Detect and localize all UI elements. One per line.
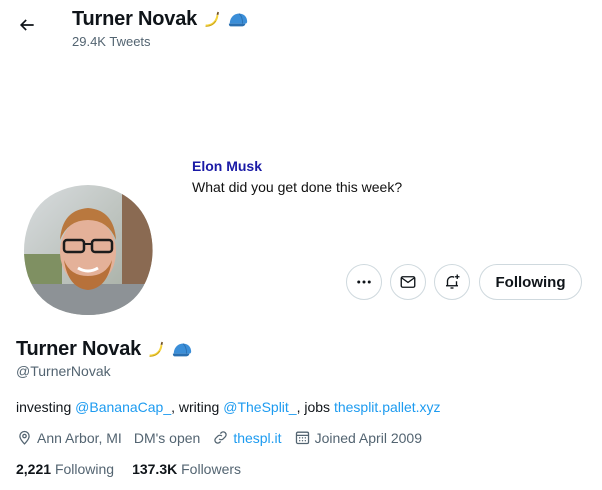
website-link[interactable]: thespl.it bbox=[233, 430, 281, 446]
calendar-icon bbox=[295, 431, 309, 445]
following-count: 2,221 bbox=[16, 461, 52, 477]
header-name-text: Turner Novak bbox=[72, 8, 198, 30]
profile-stats: 2,221 Following 137.3K Followers bbox=[16, 461, 259, 477]
joined-text: Joined April 2009 bbox=[314, 429, 422, 446]
bio-text-3: , jobs bbox=[296, 399, 334, 415]
location-text: Ann Arbor, MI bbox=[37, 429, 122, 446]
profile-name: Turner Novak bbox=[16, 338, 193, 361]
followers-label: Followers bbox=[181, 461, 242, 477]
profile-bio: investing @BananaCap_, writing @TheSplit… bbox=[16, 399, 441, 415]
bio-text-1: investing bbox=[16, 399, 76, 415]
profile-name-text: Turner Novak bbox=[16, 338, 142, 360]
bell-plus-icon bbox=[446, 274, 460, 289]
bio-link-jobs[interactable]: thesplit.pallet.xyz bbox=[334, 399, 441, 415]
profile-header-bar: Turner Novak 29.4K Tweets bbox=[0, 0, 602, 53]
blue-cap-emoji-icon bbox=[228, 12, 248, 26]
banana-emoji-icon bbox=[149, 341, 163, 357]
profile-actions: Following bbox=[0, 264, 602, 300]
message-button[interactable] bbox=[390, 264, 426, 300]
profile-handle: @TurnerNovak bbox=[16, 363, 111, 379]
joined-item: Joined April 2009 bbox=[294, 429, 422, 446]
notifications-button[interactable] bbox=[434, 264, 470, 300]
tweet-count: 29.4K Tweets bbox=[72, 34, 151, 49]
followers-count: 137.3K bbox=[132, 461, 178, 477]
banner-tweet-author: Elon Musk bbox=[192, 158, 263, 174]
location-item: Ann Arbor, MI bbox=[16, 429, 122, 446]
website-item[interactable]: thespl.it bbox=[212, 429, 282, 446]
arrow-left-icon bbox=[19, 19, 34, 31]
bio-text-2: , writing bbox=[171, 399, 224, 415]
banana-emoji-icon bbox=[205, 11, 219, 27]
banner-tweet-text: What did you get done this week? bbox=[192, 179, 403, 195]
blue-cap-emoji-icon bbox=[172, 342, 192, 356]
more-button[interactable] bbox=[346, 264, 382, 300]
dm-status-text: DM's open bbox=[133, 429, 201, 446]
following-button[interactable]: Following bbox=[479, 264, 582, 300]
bio-link-bananacap[interactable]: @BananaCap_ bbox=[75, 399, 171, 415]
dm-status-item: DM's open bbox=[134, 430, 200, 446]
following-stat[interactable]: 2,221 Following bbox=[16, 461, 114, 477]
header-name: Turner Novak bbox=[72, 8, 249, 31]
mail-icon bbox=[400, 276, 416, 288]
profile-meta: Ann Arbor, MI DM's open thespl.it Joined… bbox=[16, 429, 434, 446]
link-icon bbox=[214, 431, 228, 444]
more-icon bbox=[357, 280, 371, 284]
bio-link-thesplit[interactable]: @TheSplit_ bbox=[223, 399, 296, 415]
location-pin-icon bbox=[19, 430, 30, 445]
following-label: Following bbox=[54, 461, 115, 477]
followers-stat[interactable]: 137.3K Followers bbox=[132, 461, 241, 477]
back-button[interactable] bbox=[10, 8, 44, 42]
